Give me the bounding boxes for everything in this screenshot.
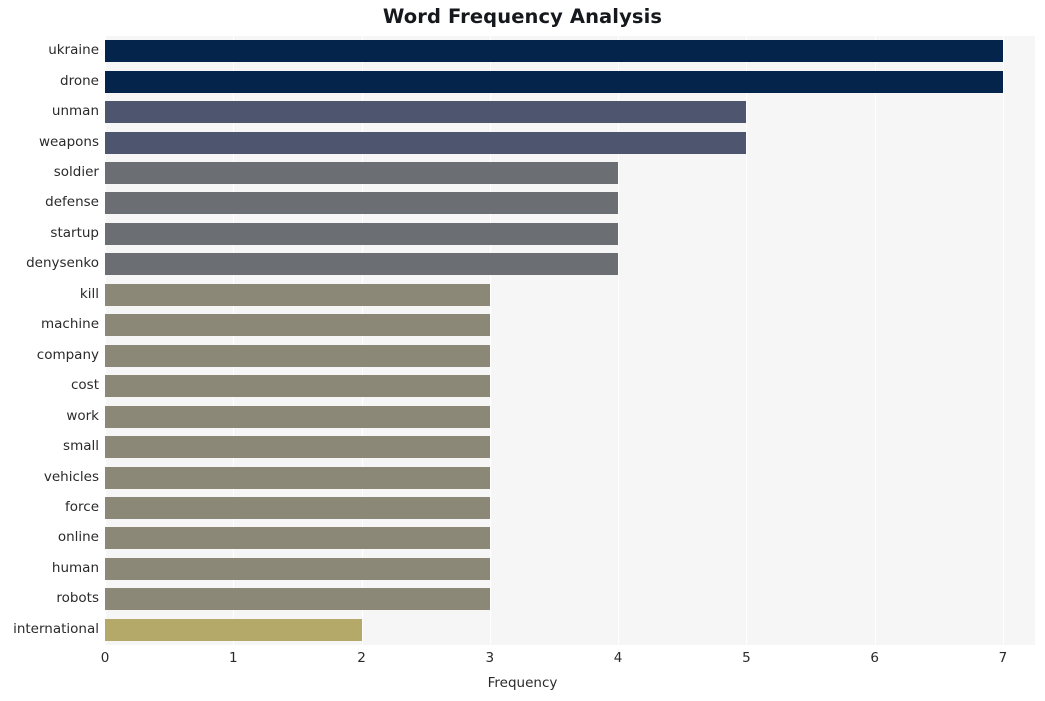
bar	[105, 466, 490, 489]
y-axis-tick-label: cost	[70, 377, 99, 394]
plot-area	[105, 36, 1035, 645]
bar	[105, 222, 619, 245]
x-axis-tick-label: 4	[613, 650, 623, 666]
y-axis-tick-label: force	[65, 498, 99, 515]
y-axis-tick-label: human	[51, 559, 99, 576]
x-axis-tick-label: 3	[485, 650, 495, 666]
word-frequency-chart: Word Frequency Analysis ukraine drone unma…	[0, 0, 1045, 701]
bar	[105, 162, 619, 185]
y-axis-tick-label: robots	[56, 590, 99, 607]
x-axis-tick-label: 2	[357, 650, 366, 666]
bar	[105, 527, 490, 550]
y-axis-tick-label: international	[13, 620, 99, 637]
x-axis-tick-label: 0	[100, 650, 110, 666]
y-axis-tick-label: weapons	[38, 133, 99, 150]
y-axis-tick-labels: ukraine drone unman weapons soldier defense st…	[0, 36, 99, 645]
y-axis-tick-label: kill	[79, 285, 99, 302]
bar	[105, 283, 490, 306]
bar	[105, 436, 490, 459]
bar	[105, 131, 747, 154]
bar	[105, 344, 490, 367]
y-axis-tick-label: ukraine	[48, 42, 99, 59]
y-axis-tick-label: company	[36, 346, 99, 363]
y-axis-tick-label: startup	[50, 224, 99, 241]
bar	[105, 557, 490, 580]
bar	[105, 405, 490, 428]
bars-layer	[105, 36, 1035, 645]
y-axis-tick-label: drone	[60, 72, 99, 89]
x-axis-tick-label: 7	[998, 650, 1008, 666]
x-axis-tick-label: 6	[870, 650, 879, 666]
y-axis-tick-label: soldier	[53, 164, 99, 181]
y-axis-tick-label: small	[63, 438, 99, 455]
y-axis-tick-label: denysenko	[26, 255, 99, 272]
bar	[105, 618, 362, 641]
y-axis-tick-label: defense	[45, 194, 99, 211]
bar	[105, 588, 490, 611]
bar	[105, 496, 490, 519]
bar	[105, 40, 1003, 63]
bar	[105, 314, 490, 337]
bar	[105, 253, 619, 276]
x-axis-tick-label: 1	[228, 650, 238, 666]
y-axis-tick-label: machine	[40, 316, 99, 333]
bar	[105, 192, 619, 215]
chart-title: Word Frequency Analysis	[382, 5, 663, 28]
y-axis-tick-label: online	[57, 529, 99, 546]
x-axis-tick-labels: 0 1 2 3 4 5 6 7	[0, 650, 1045, 672]
x-axis-title: Frequency	[487, 675, 558, 691]
bar	[105, 101, 747, 124]
y-axis-tick-label: unman	[51, 103, 99, 120]
bar	[105, 375, 490, 398]
bar	[105, 70, 1003, 93]
y-axis-tick-label: work	[66, 407, 99, 424]
x-axis-tick-label: 5	[742, 650, 751, 666]
y-axis-tick-label: vehicles	[43, 468, 99, 485]
